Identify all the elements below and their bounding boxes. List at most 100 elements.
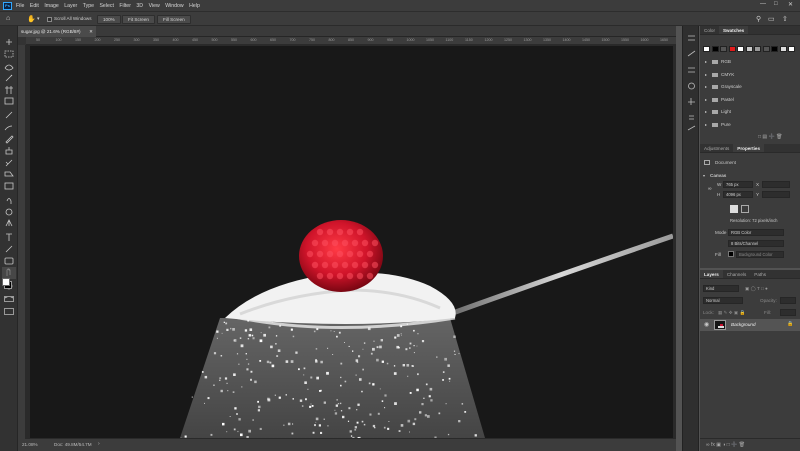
vertical-ruler[interactable]: [18, 45, 26, 439]
swatch-chip[interactable]: [771, 46, 778, 52]
fit-screen-button[interactable]: Fit Screen: [122, 15, 155, 24]
paragraph-panel-icon: [689, 115, 694, 120]
swatch-chip[interactable]: [711, 46, 719, 52]
swatch-chip[interactable]: [754, 46, 761, 52]
pen-tool-icon: [5, 219, 13, 227]
menu-view[interactable]: View: [149, 3, 160, 9]
fill-opacity-field[interactable]: [780, 309, 796, 316]
height-field[interactable]: 4096 px: [723, 191, 753, 198]
link-icon[interactable]: ∞: [708, 186, 712, 192]
layer-filter-icons[interactable]: ▣ ◯ T □ ●: [745, 286, 768, 292]
menu-type[interactable]: Type: [83, 3, 94, 9]
home-icon[interactable]: ⌂: [6, 15, 10, 22]
layers-footer-icons[interactable]: ∞ fx ▣ ◑ □ ➕ 🗑: [700, 438, 800, 451]
mode-select[interactable]: RGB Color: [728, 229, 784, 236]
tab-paths[interactable]: Paths: [750, 270, 770, 278]
tab-layers[interactable]: Layers: [700, 270, 723, 278]
menu-edit[interactable]: Edit: [30, 3, 39, 9]
tab-properties[interactable]: Properties: [733, 144, 765, 152]
layer-name[interactable]: Background: [731, 322, 756, 327]
opacity-field[interactable]: [780, 297, 796, 304]
share-icon[interactable]: ⇧: [782, 15, 788, 23]
swatch-chip[interactable]: [703, 46, 710, 52]
image-canvas[interactable]: [30, 46, 674, 440]
bit-depth-select[interactable]: 8 Bits/Channel: [728, 240, 784, 247]
status-chevron-right-icon[interactable]: ›: [98, 441, 100, 447]
x-field[interactable]: [762, 181, 790, 188]
type-tool-icon: [6, 233, 12, 241]
ruler-label: 900: [367, 38, 374, 42]
fill-screen-button[interactable]: Fill Screen: [157, 15, 191, 24]
chevron-right-icon[interactable]: ▸: [705, 59, 707, 64]
y-label: Y: [756, 192, 760, 197]
menu-select[interactable]: Select: [99, 3, 113, 9]
chevron-right-icon[interactable]: ▸: [705, 109, 707, 114]
swatch-chip[interactable]: [728, 46, 736, 52]
chevron-right-icon[interactable]: ▸: [705, 97, 707, 102]
tab-close-icon[interactable]: ✕: [89, 26, 93, 37]
layer-kind-filter[interactable]: Kind: [703, 285, 739, 292]
menu-layer[interactable]: Layer: [64, 3, 77, 9]
swatch-group-row[interactable]: ▸ RGB: [703, 58, 797, 68]
scroll-all-checkbox[interactable]: [47, 17, 52, 22]
visibility-eye-icon[interactable]: ◉: [704, 321, 709, 328]
foreground-color-swatch[interactable]: [2, 278, 10, 286]
hand-tool-icon[interactable]: ✋: [27, 15, 36, 23]
swatch-chip[interactable]: [762, 46, 770, 52]
zoom-100-button[interactable]: 100%: [97, 15, 121, 24]
swatch-group-row[interactable]: ▸ Pure: [703, 121, 797, 131]
swatch-chip[interactable]: [720, 46, 727, 52]
menu-file[interactable]: File: [16, 3, 24, 9]
tab-channels[interactable]: Channels: [723, 270, 750, 278]
swatch-group-row[interactable]: ▸ CMYK: [703, 71, 797, 81]
recent-swatches: [703, 46, 797, 52]
fill-color-swatch[interactable]: [728, 251, 734, 257]
swatch-group-row[interactable]: ▸ Light: [703, 108, 797, 118]
maximize-icon[interactable]: □: [774, 1, 778, 7]
menu-filter[interactable]: Filter: [119, 3, 131, 9]
workspace-icon[interactable]: ▭: [768, 15, 775, 23]
tab-adjustments[interactable]: Adjustments: [700, 144, 733, 152]
layer-row-background[interactable]: ◉ Background 🔒: [700, 319, 800, 331]
chevron-right-icon[interactable]: ▸: [705, 72, 707, 77]
chevron-right-icon[interactable]: ▸: [705, 84, 707, 89]
tab-swatches[interactable]: Swatches: [718, 26, 749, 34]
resolution-text: Resolution: 72 pixels/inch: [730, 218, 778, 223]
lock-icons[interactable]: ▦ ✎ ✥ ▣ 🔒: [718, 310, 745, 316]
swatch-chip[interactable]: [779, 46, 787, 52]
swatch-chip[interactable]: [788, 46, 795, 52]
search-icon[interactable]: ⚲: [756, 15, 761, 23]
swatch-chip[interactable]: [745, 46, 753, 52]
landscape-orientation-icon[interactable]: [741, 205, 749, 213]
y-field[interactable]: [762, 191, 790, 198]
ruler-label: 1500: [601, 38, 610, 42]
swatch-chip[interactable]: [737, 46, 744, 52]
menu-help[interactable]: Help: [189, 3, 200, 9]
swatch-group-row[interactable]: ▸ Pastel: [703, 96, 797, 106]
ruler-origin[interactable]: [18, 37, 26, 45]
close-icon[interactable]: ✕: [788, 1, 793, 8]
horizontal-ruler[interactable]: 50 100 150 200 250 300 350 400 450 500 550 600 650 70…: [18, 37, 676, 45]
quick-mask-icon[interactable]: [4, 296, 14, 302]
zoom-level[interactable]: 21.08%: [22, 442, 38, 447]
portrait-orientation-icon[interactable]: [730, 205, 738, 213]
ruler-label: 700: [289, 38, 296, 42]
screen-mode-icon[interactable]: [4, 308, 14, 315]
blend-mode-select[interactable]: Normal: [703, 297, 743, 304]
swatch-group-row[interactable]: ▸ Grayscale: [703, 83, 797, 93]
menu-window[interactable]: Window: [165, 3, 183, 9]
document-icon: [704, 160, 710, 165]
document-tab[interactable]: sugar.jpg @ 21.6% (RGB/8#) ✕: [18, 26, 96, 37]
minimize-icon[interactable]: —: [760, 1, 766, 7]
fill-select[interactable]: Background Color: [736, 251, 784, 258]
width-field[interactable]: 765 px: [723, 181, 753, 188]
history-panel-icon: [688, 35, 695, 41]
fill-opacity-label: Fill:: [764, 310, 772, 315]
menu-3d[interactable]: 3D: [136, 3, 143, 9]
canvas-chevron-icon[interactable]: ▾: [703, 173, 705, 178]
menu-image[interactable]: Image: [44, 3, 58, 9]
panel-icons: [687, 35, 696, 131]
chevron-right-icon[interactable]: ▸: [705, 122, 707, 127]
tab-color[interactable]: Color: [700, 26, 719, 34]
tool-preset-chevron-down-icon[interactable]: ▾: [37, 16, 40, 22]
